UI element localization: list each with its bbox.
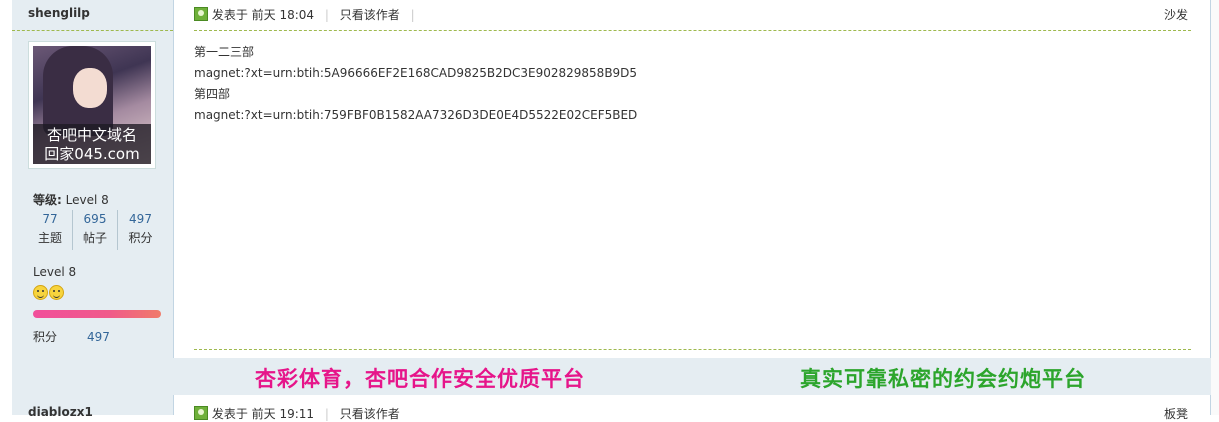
- stat-value[interactable]: 497: [118, 210, 163, 229]
- posted-time: 前天 18:04: [251, 8, 315, 22]
- avatar-caption: 杏吧中文域名 回家045.com: [33, 124, 151, 164]
- stat-value[interactable]: 695: [73, 210, 117, 229]
- posted-prefix: 发表于: [211, 8, 248, 22]
- content-line: 第一二三部: [194, 45, 255, 59]
- ad-banner-row: 杏彩体育，杏吧合作安全优质平台 真实可靠私密的约会约炮平台: [12, 358, 1211, 395]
- post-status-icon: [194, 7, 208, 21]
- header-separator: |: [324, 407, 329, 421]
- stat-label: 积分: [128, 231, 153, 245]
- user-stats: 77 主题 695 帖子 497 积分: [28, 210, 163, 250]
- avatar-image: 杏吧中文域名 回家045.com: [33, 46, 151, 164]
- post-footer-divider: [194, 349, 1191, 350]
- scrollbar-edge[interactable]: [1211, 0, 1219, 415]
- posted-prefix: 发表于: [211, 407, 248, 421]
- post-header-divider: [194, 30, 1191, 31]
- rank-progress-bar: [33, 310, 161, 318]
- smiley-icon: [33, 285, 48, 300]
- content-line: 第四部: [194, 87, 231, 101]
- sidebar-divider: [12, 30, 173, 31]
- level-value-link[interactable]: Level 8: [66, 193, 109, 207]
- rank-title: Level 8: [33, 265, 77, 279]
- avatar-caption-line1: 杏吧中文域名: [46, 126, 137, 144]
- level-label: 等级:: [33, 193, 62, 207]
- header-separator: |: [324, 8, 329, 22]
- header-separator: |: [410, 8, 415, 22]
- avatar-caption-line2: 回家045.com: [44, 145, 140, 163]
- only-author-link[interactable]: 只看该作者: [340, 407, 400, 421]
- ad-link-right[interactable]: 真实可靠私密的约会约炮平台: [800, 363, 1086, 393]
- floor-number-link[interactable]: 板凳: [1164, 405, 1188, 422]
- smiley-icon: [49, 285, 64, 300]
- post-status-icon: [194, 406, 208, 420]
- points-value[interactable]: 497: [87, 330, 110, 344]
- floor-number-link[interactable]: 沙发: [1164, 6, 1188, 23]
- stat-posts[interactable]: 695 帖子: [73, 210, 118, 250]
- posted-time: 前天 19:11: [251, 407, 315, 421]
- post-content: 第一二三部 magnet:?xt=urn:btih:5A96666EF2E168…: [194, 42, 637, 126]
- stat-value[interactable]: 77: [28, 210, 72, 229]
- stat-label: 帖子: [82, 231, 107, 245]
- avatar-face-shape: [73, 68, 107, 108]
- stat-points[interactable]: 497 积分: [118, 210, 163, 250]
- user-level: 等级: Level 8: [33, 191, 109, 208]
- next-post-header: 发表于 前天 19:11 | 只看该作者 板凳: [194, 405, 1188, 422]
- magnet-link-text[interactable]: magnet:?xt=urn:btih:759FBF0B1582AA7326D3…: [194, 105, 637, 126]
- stat-label: 主题: [37, 231, 62, 245]
- only-author-link[interactable]: 只看该作者: [340, 8, 400, 22]
- ad-link-left[interactable]: 杏彩体育，杏吧合作安全优质平台: [255, 363, 585, 393]
- magnet-link-text[interactable]: magnet:?xt=urn:btih:5A96666EF2E168CAD982…: [194, 63, 637, 84]
- points-label: 积分: [33, 330, 58, 344]
- avatar[interactable]: 杏吧中文域名 回家045.com: [28, 41, 156, 169]
- author-name-link[interactable]: shenglilp: [28, 6, 90, 20]
- post-header: 发表于 前天 18:04 | 只看该作者 | 沙发: [194, 6, 1188, 24]
- rank-stars: [33, 285, 64, 300]
- next-author-name-link[interactable]: diablozx1: [28, 405, 93, 419]
- user-points: 积分 497: [33, 328, 110, 345]
- stat-threads[interactable]: 77 主题: [28, 210, 73, 250]
